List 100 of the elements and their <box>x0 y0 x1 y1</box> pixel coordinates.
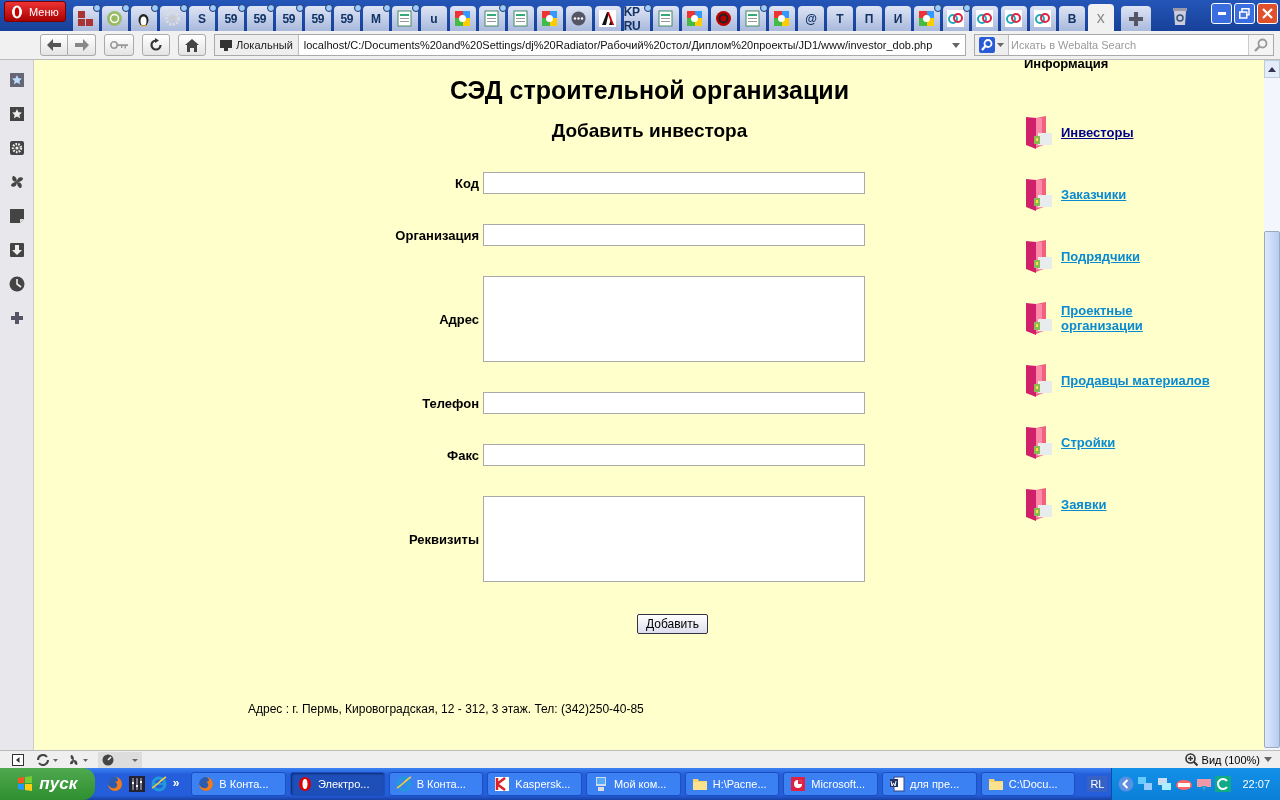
browser-tab[interactable] <box>594 6 621 31</box>
sidebar-link[interactable]: Подрядчики <box>1061 248 1140 264</box>
disc-icon <box>715 10 733 27</box>
browser-tab[interactable] <box>101 6 128 31</box>
search-bar[interactable]: Искать в Webalta Search <box>974 34 1274 56</box>
browser-tab[interactable] <box>739 6 766 31</box>
browser-tab[interactable]: KP RU <box>623 6 650 31</box>
browser-tab[interactable] <box>72 6 99 31</box>
browser-tab[interactable] <box>478 6 505 31</box>
input-field[interactable] <box>483 392 865 414</box>
dropdown-arrow-icon[interactable] <box>952 42 960 48</box>
computers-icon[interactable] <box>1156 776 1173 792</box>
windows-logo-icon <box>17 776 34 792</box>
browser-tab[interactable]: И <box>884 6 911 31</box>
browser-tab[interactable] <box>652 6 679 31</box>
browser-tab[interactable]: П <box>855 6 882 31</box>
sync-button[interactable] <box>34 751 60 768</box>
zoom-control[interactable]: Вид (100%) <box>1184 753 1272 766</box>
sidebar-link[interactable]: Инвесторы <box>1061 124 1134 140</box>
document-icon <box>396 10 414 27</box>
browser-tab[interactable] <box>710 6 737 31</box>
scrollbar[interactable] <box>1264 60 1280 750</box>
more-button[interactable]: » <box>172 776 180 790</box>
browser-tab[interactable]: T <box>826 6 853 31</box>
browser-tab[interactable] <box>768 6 795 31</box>
blocks-icon <box>77 10 95 27</box>
browser-tab[interactable]: 59 <box>304 6 331 31</box>
chevron-left-icon[interactable] <box>1118 776 1135 792</box>
browser-tab[interactable]: @ <box>797 6 824 31</box>
taskbar-button[interactable]: В Конта... <box>388 772 484 796</box>
forward-button[interactable] <box>68 34 96 56</box>
taskbar-button[interactable]: Мой ком... <box>586 772 681 796</box>
address-field[interactable]: Локальный localhost/C:/Documents%20and%20Settings/dj%20Radiator/Рабочий%20стол/Диплом%20проекты/JD1/www/investor_dob.php <box>214 34 966 56</box>
input-field[interactable] <box>483 224 865 246</box>
browser-tab[interactable]: M <box>362 6 389 31</box>
close-button[interactable] <box>1257 3 1278 24</box>
security-badge[interactable]: Локальный <box>215 35 299 55</box>
browser-tab[interactable] <box>536 6 563 31</box>
search-engine-button[interactable] <box>975 35 1009 55</box>
restore-button[interactable] <box>1234 3 1255 24</box>
internet-explorer-icon[interactable] <box>150 776 167 792</box>
turbo-button[interactable] <box>98 751 142 768</box>
kaspersky-icon <box>494 776 511 792</box>
taskbar-button[interactable]: Microsoft... <box>783 772 879 796</box>
browser-tab[interactable] <box>449 6 476 31</box>
reload-button[interactable] <box>142 34 170 56</box>
browser-tab[interactable]: В <box>1058 6 1085 31</box>
browser-tab[interactable] <box>565 6 592 31</box>
opera-logo-icon <box>11 4 23 19</box>
browser-tab[interactable] <box>971 6 998 31</box>
browser-tab[interactable] <box>507 6 534 31</box>
sidebar-link[interactable]: Стройки <box>1061 434 1116 450</box>
browser-tab[interactable] <box>391 6 418 31</box>
browser-tab[interactable] <box>159 6 186 31</box>
add-button[interactable]: Добавить <box>637 614 709 634</box>
note-icon <box>8 208 25 224</box>
equalizer-icon[interactable] <box>128 776 145 792</box>
scroll-thumb[interactable] <box>1264 231 1280 748</box>
new-tab-button[interactable] <box>1120 6 1151 31</box>
browser-tab[interactable] <box>130 6 157 31</box>
browser-tab[interactable]: 59 <box>217 6 244 31</box>
reload-icon <box>149 38 163 52</box>
minimize-button[interactable] <box>1211 3 1232 24</box>
clock: 22:07 <box>1242 778 1270 790</box>
browser-tab[interactable]: S <box>188 6 215 31</box>
taskbar-button[interactable]: Электро... <box>290 772 385 796</box>
refresh-icon[interactable] <box>1215 776 1232 792</box>
rings-icon <box>947 10 965 27</box>
taskbar-button[interactable]: C:\Docu... <box>980 772 1076 796</box>
browser-tab[interactable]: u <box>420 6 447 31</box>
browser-tab[interactable]: 59 <box>246 6 273 31</box>
browser-tab[interactable] <box>1029 6 1056 31</box>
sidebar-link[interactable]: Заявки <box>1061 496 1107 512</box>
input-field[interactable] <box>483 444 865 466</box>
search-button[interactable] <box>1248 35 1273 55</box>
start-button[interactable]: пуск <box>0 768 95 800</box>
taskbar-button[interactable]: Kaspersk... <box>487 772 582 796</box>
browser-tab[interactable] <box>1000 6 1027 31</box>
gauge-icon <box>102 753 138 766</box>
document-icon <box>483 10 501 27</box>
sidebar-link[interactable]: Продавцы материалов <box>1061 372 1210 388</box>
home-button[interactable] <box>178 34 206 56</box>
taskbar-button[interactable]: H:\Распе... <box>684 772 780 796</box>
browser-tab[interactable] <box>681 6 708 31</box>
google-icon <box>541 10 559 27</box>
menu-button[interactable]: Меню <box>4 1 66 22</box>
taskbar-button[interactable]: для пре... <box>882 772 977 796</box>
browser-tab[interactable] <box>913 6 940 31</box>
input-field[interactable] <box>483 172 865 194</box>
back-button[interactable] <box>40 34 68 56</box>
cloud-icon[interactable] <box>1175 777 1194 791</box>
language-indicator[interactable]: RL <box>1087 776 1108 792</box>
trash-icon <box>1171 6 1188 25</box>
sidebar-link[interactable]: Заказчики <box>1061 186 1127 202</box>
browser-tab[interactable]: 59 <box>275 6 302 31</box>
browser-tab[interactable] <box>942 6 969 31</box>
taskbar-button[interactable]: В Конта... <box>191 772 286 796</box>
sidebar-link[interactable]: Проектные организации <box>1061 303 1211 333</box>
scroll-up-button[interactable] <box>1264 60 1280 78</box>
browser-tab[interactable]: 59 <box>333 6 360 31</box>
